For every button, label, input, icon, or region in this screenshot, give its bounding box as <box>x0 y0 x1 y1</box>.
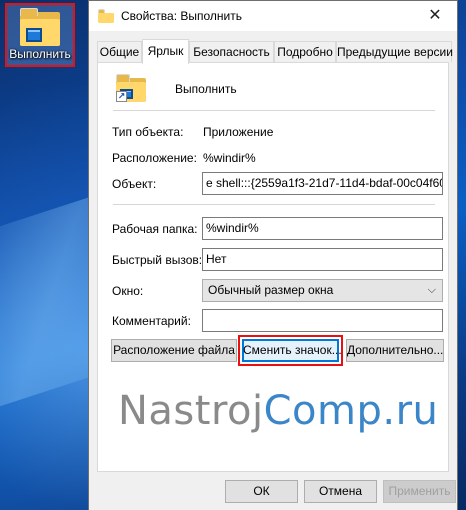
window-mode-label: Окно: <box>112 284 144 298</box>
watermark-part1: Nastroj <box>118 388 264 434</box>
hotkey-field[interactable]: Нет <box>202 248 443 271</box>
type-label: Тип объекта: <box>112 125 184 139</box>
shortcut-arrow-icon: ↗ <box>116 91 127 102</box>
open-file-location-button[interactable]: Расположение файла <box>111 339 237 362</box>
separator <box>113 204 435 205</box>
tab-shortcut[interactable]: Ярлык <box>142 39 189 64</box>
tab-previous-versions[interactable]: Предыдущие версии <box>336 41 453 62</box>
desktop-shortcut-label: Выполнить <box>9 47 71 61</box>
window-title: Свойства: Выполнить <box>121 9 242 23</box>
tab-general[interactable]: Общие <box>97 41 142 62</box>
window-mode-value: Обычный размер окна <box>208 283 334 297</box>
folder-icon: ↗ <box>116 74 146 102</box>
tab-details[interactable]: Подробно <box>274 41 336 62</box>
watermark-part2: Comp.ru <box>263 388 439 434</box>
watermark: NastrojComp.ru <box>118 388 438 434</box>
title-bar[interactable]: Свойства: Выполнить ✕ <box>89 1 457 31</box>
separator <box>113 110 435 111</box>
window-mode-select[interactable]: Обычный размер окна ⌵ <box>202 279 443 302</box>
type-value: Приложение <box>203 125 274 139</box>
hotkey-label: Быстрый вызов: <box>112 253 203 267</box>
folder-icon <box>20 8 60 46</box>
cancel-button[interactable]: Отмена <box>304 480 377 503</box>
advanced-button[interactable]: Дополнительно... <box>346 339 444 362</box>
target-label: Объект: <box>112 177 157 191</box>
chevron-down-icon: ⌵ <box>427 284 436 296</box>
shortcut-name: Выполнить <box>175 82 237 96</box>
ok-button[interactable]: ОК <box>225 480 298 503</box>
target-field[interactable]: e shell:::{2559a1f3-21d7-11d4-bdaf-00c04… <box>202 172 443 195</box>
desktop-shortcut-run[interactable]: Выполнить <box>5 3 75 67</box>
location-label: Расположение: <box>112 151 197 165</box>
tab-security[interactable]: Безопасность <box>189 41 274 62</box>
location-value: %windir% <box>203 151 256 165</box>
close-icon: ✕ <box>428 7 442 24</box>
comment-field[interactable] <box>202 309 443 332</box>
close-button[interactable]: ✕ <box>413 1 457 31</box>
highlight-box <box>238 335 343 366</box>
comment-label: Комментарий: <box>112 314 191 328</box>
apply-button[interactable]: Применить <box>383 480 456 503</box>
folder-icon <box>98 9 114 23</box>
workdir-label: Рабочая папка: <box>112 222 198 236</box>
workdir-field[interactable]: %windir% <box>202 217 443 240</box>
